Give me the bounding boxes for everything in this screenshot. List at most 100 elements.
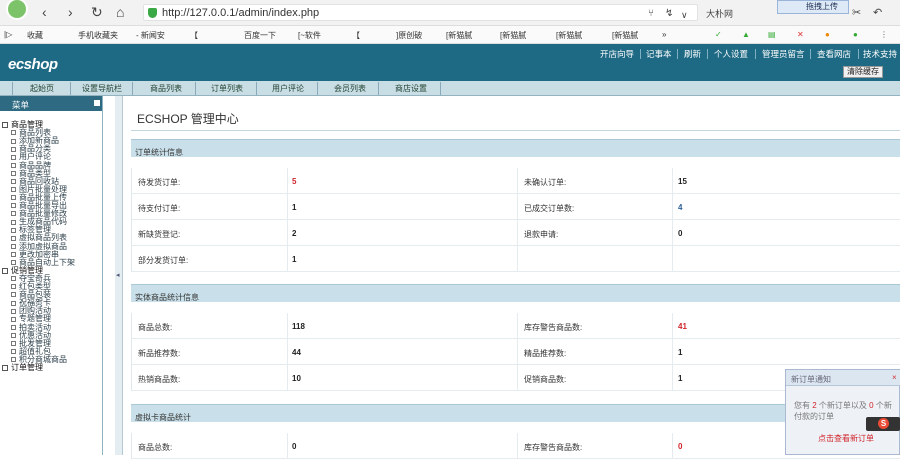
- stat-value[interactable]: 0: [292, 442, 296, 451]
- collapse-arrow-icon[interactable]: ◂: [116, 271, 120, 279]
- stat-value[interactable]: 1: [292, 255, 296, 264]
- tab-goods-list[interactable]: 商品列表: [150, 83, 182, 94]
- bookmark-item[interactable]: [新猫腻: [446, 30, 472, 41]
- top-link-notepad[interactable]: 记事本: [646, 48, 672, 60]
- sidebar-collapse-icon[interactable]: [94, 100, 100, 106]
- extension-check-icon[interactable]: ✓: [715, 30, 722, 39]
- order-stats-table: 待发货订单: 5 未确认订单: 15 待支付订单: 1 已成交订单数: 4 新缺货登记: 2 退款申…: [131, 168, 900, 272]
- stat-label: 库存警告商品数:: [524, 443, 583, 452]
- bookmark-item[interactable]: [新猫腻: [500, 30, 526, 41]
- quick-nav-tabs: 起始页 设置导航栏 商品列表 订单列表 用户评论 会员列表 商店设置: [0, 81, 900, 96]
- tab-shop-settings[interactable]: 商店设置: [395, 83, 427, 94]
- stat-label: 库存警告商品数:: [524, 323, 583, 332]
- address-bar[interactable]: http://127.0.0.1/admin/index.php: [143, 4, 698, 21]
- bolt-icon[interactable]: ↯: [665, 7, 673, 21]
- tab-member-list[interactable]: 会员列表: [334, 83, 366, 94]
- top-link-refresh[interactable]: 刷新: [684, 48, 701, 60]
- bookmark-item[interactable]: 收藏: [27, 30, 43, 41]
- stat-label: 促销商品数:: [524, 375, 567, 384]
- goods-stats-header: 实体商品统计信息: [131, 284, 900, 302]
- table-row: 待发货订单: 5 未确认订单: 15: [132, 168, 900, 194]
- stat-value[interactable]: 1: [678, 374, 682, 383]
- table-row: 新品推荐数: 44 精品推荐数: 1: [132, 339, 900, 365]
- stat-value[interactable]: 2: [292, 229, 296, 238]
- bookmark-item[interactable]: 手机收藏夹: [78, 30, 118, 41]
- stat-value[interactable]: 1: [678, 348, 682, 357]
- bookmark-item[interactable]: 【: [190, 30, 198, 41]
- cut-icon[interactable]: ✂: [852, 6, 861, 20]
- ecshop-logo: ecshop: [8, 56, 58, 73]
- stat-value[interactable]: 10: [292, 374, 301, 383]
- menu-category[interactable]: 订单管理: [2, 362, 43, 373]
- extension-puzzle-icon[interactable]: ▲: [742, 30, 750, 39]
- stat-value[interactable]: 118: [292, 322, 305, 331]
- stat-label: 已成交订单数:: [524, 204, 575, 213]
- bookmark-item[interactable]: - 新闻安: [136, 30, 165, 41]
- collapse-box-icon: [2, 267, 8, 274]
- stat-value[interactable]: 4: [678, 203, 682, 212]
- bookmark-more[interactable]: »: [662, 30, 666, 39]
- forward-icon[interactable]: ›: [68, 5, 73, 19]
- stat-value[interactable]: 0: [678, 229, 682, 238]
- extension-list-icon[interactable]: ▤: [768, 30, 776, 39]
- tab-user-comments[interactable]: 用户评论: [272, 83, 304, 94]
- stat-label: 部分发货订单:: [138, 256, 189, 265]
- stat-value[interactable]: 15: [678, 177, 687, 186]
- search-engine-hint[interactable]: 大朴网: [706, 7, 733, 20]
- close-icon[interactable]: ×: [892, 373, 897, 382]
- bookmark-item[interactable]: 百度一下: [244, 30, 276, 41]
- top-link-wizard[interactable]: 开店向导: [600, 48, 634, 60]
- stat-value[interactable]: 1: [292, 203, 296, 212]
- page-title: ECSHOP 管理中心: [137, 112, 239, 126]
- stat-label: 未确认订单:: [524, 178, 567, 187]
- drag-upload-button[interactable]: 拖拽上传: [777, 0, 849, 14]
- bookmark-item[interactable]: [新猫腻: [612, 30, 638, 41]
- top-link-settings[interactable]: 个人设置: [714, 48, 748, 60]
- share-icon[interactable]: ⑂: [648, 7, 654, 21]
- bookmark-item[interactable]: ]原创破: [396, 30, 422, 41]
- bookmark-item[interactable]: [新猫腻: [556, 30, 582, 41]
- top-link-admin-message[interactable]: 管理员留言: [762, 48, 805, 60]
- extension-shield-icon[interactable]: ●: [853, 30, 858, 39]
- extension-grid-icon[interactable]: ⋮: [880, 30, 888, 39]
- stat-label: 精品推荐数:: [524, 349, 567, 358]
- top-link-view-shop[interactable]: 查看网店: [817, 48, 851, 60]
- ime-toolbar[interactable]: S: [866, 417, 900, 431]
- extension-circle-icon[interactable]: ●: [825, 30, 830, 39]
- top-link-support[interactable]: 技术支持: [863, 48, 897, 60]
- home-icon[interactable]: ⌂: [116, 5, 124, 19]
- bookmarks-bar: |▷ 收藏 手机收藏夹 - 新闻安 【 百度一下 [~软件 【 ]原创破 [新猫…: [0, 26, 900, 44]
- sogou-ime-icon[interactable]: S: [878, 418, 889, 429]
- bookmark-item[interactable]: 【: [352, 30, 360, 41]
- stat-label: 新缺货登记:: [138, 230, 181, 239]
- stat-value[interactable]: 0: [678, 442, 682, 451]
- stat-label: 商品总数:: [138, 323, 173, 332]
- tab-nav-settings[interactable]: 设置导航栏: [82, 83, 122, 94]
- bookmark-item[interactable]: [~软件: [298, 30, 321, 41]
- collapse-box-icon: [2, 121, 8, 128]
- sidebar-header: 菜单: [0, 96, 102, 111]
- stat-value[interactable]: 41: [678, 322, 687, 331]
- back-icon[interactable]: ‹: [42, 5, 47, 19]
- stat-label: 待发货订单:: [138, 178, 181, 187]
- dropdown-icon[interactable]: ∨: [681, 8, 688, 22]
- notice-title: 新订单通知: [791, 375, 831, 384]
- extension-close-icon[interactable]: ✕: [797, 30, 804, 39]
- main-content: ECSHOP 管理中心 订单统计信息 待发货订单: 5 未确认订单: 15 待支付订单:…: [123, 96, 900, 459]
- sidebar-toggle-icon[interactable]: |▷: [4, 30, 12, 39]
- undo-icon[interactable]: ↶: [873, 6, 882, 20]
- stat-value[interactable]: 44: [292, 348, 301, 357]
- order-stats-header: 订单统计信息: [131, 139, 900, 157]
- sidebar-splitter[interactable]: ◂: [115, 96, 123, 455]
- reload-icon[interactable]: ↻: [91, 5, 103, 19]
- url-text: http://127.0.0.1/admin/index.php: [162, 7, 320, 19]
- stat-value[interactable]: 5: [292, 177, 296, 186]
- stat-label: 商品总数:: [138, 443, 173, 452]
- tab-order-list[interactable]: 订单列表: [211, 83, 243, 94]
- browser-toolbar: ‹ › ↻ ⌂ http://127.0.0.1/admin/index.php…: [0, 0, 900, 26]
- new-order-notice: 新订单通知 × 您有 2 个新订单以及 0 个新付款的订单 点击查看新订单: [785, 369, 900, 455]
- tab-start-page[interactable]: 起始页: [30, 83, 54, 94]
- clear-cache-button[interactable]: 清除缓存: [843, 66, 883, 78]
- view-new-orders-link[interactable]: 点击查看新订单: [818, 433, 874, 444]
- user-avatar[interactable]: [6, 0, 28, 20]
